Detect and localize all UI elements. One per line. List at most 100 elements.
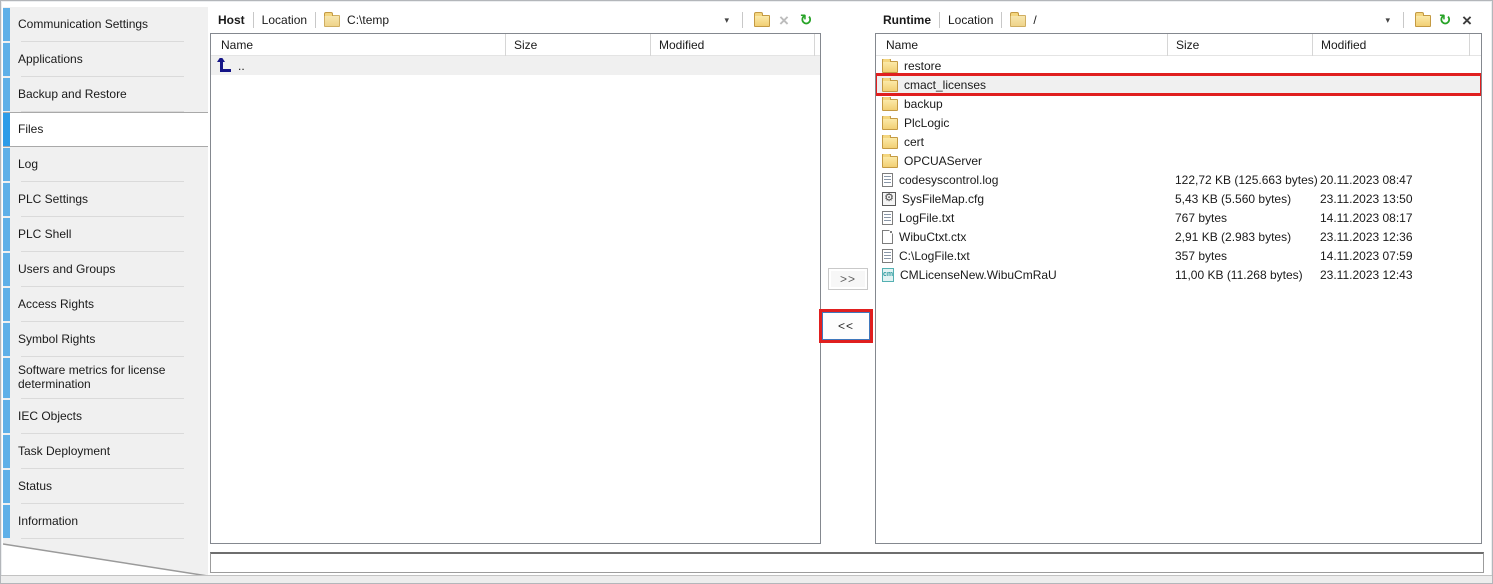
file-name: SysFileMap.cfg bbox=[902, 192, 984, 206]
runtime-pane-title: Runtime bbox=[883, 13, 931, 27]
column-header-spacer bbox=[814, 34, 821, 56]
file-row-opcuaserver[interactable]: OPCUAServer bbox=[876, 151, 1481, 170]
runtime-path-value[interactable]: / bbox=[1033, 13, 1036, 27]
up-arrow-icon bbox=[217, 58, 232, 73]
tab-accent-strip bbox=[3, 43, 10, 76]
sidebar-item-label: Communication Settings bbox=[18, 18, 148, 32]
tab-accent-strip bbox=[3, 183, 10, 216]
sidebar-item-task-deployment[interactable]: Task Deployment bbox=[3, 434, 208, 469]
chevron-down-icon[interactable]: ▾ bbox=[719, 15, 734, 26]
host-toolbar: Host Location C:\temp ▾ × ↻ bbox=[210, 7, 821, 33]
file-row-logfile-txt[interactable]: LogFile.txt767 bytes14.11.2023 08:17 bbox=[876, 208, 1481, 227]
file-modified: 23.11.2023 13:50 bbox=[1312, 192, 1469, 206]
folder-icon bbox=[882, 137, 898, 149]
sidebar-item-label: Users and Groups bbox=[18, 263, 115, 277]
host-path-value[interactable]: C:\temp bbox=[347, 13, 389, 27]
tab-accent-strip bbox=[3, 288, 10, 321]
host-refresh-button[interactable]: ↻ bbox=[795, 10, 817, 30]
sidebar-item-iec-objects[interactable]: IEC Objects bbox=[3, 399, 208, 434]
file-row-c-logfile-txt[interactable]: C:\LogFile.txt357 bytes14.11.2023 07:59 bbox=[876, 246, 1481, 265]
sidebar-item-software-metrics-for-license-determination[interactable]: Software metrics for license determinati… bbox=[3, 357, 208, 399]
sidebar-item-communication-settings[interactable]: Communication Settings bbox=[3, 7, 208, 42]
file-size: 767 bytes bbox=[1167, 211, 1312, 225]
file-name: codesyscontrol.log bbox=[899, 173, 998, 187]
file-row-wibuctxt-ctx[interactable]: WibuCtxt.ctx2,91 KB (2.983 bytes)23.11.2… bbox=[876, 227, 1481, 246]
sidebar-item-files[interactable]: Files bbox=[3, 112, 208, 147]
file-name-cell: cert bbox=[876, 135, 1167, 149]
sidebar-item-access-rights[interactable]: Access Rights bbox=[3, 287, 208, 322]
file-name: CMLicenseNew.WibuCmRaU bbox=[900, 268, 1057, 282]
host-list-header: NameSizeModified bbox=[211, 34, 820, 56]
folder-icon bbox=[882, 80, 898, 92]
status-bar bbox=[210, 552, 1484, 573]
runtime-delete-button[interactable]: × bbox=[1456, 10, 1478, 30]
sidebar-item-users-and-groups[interactable]: Users and Groups bbox=[3, 252, 208, 287]
file-name: restore bbox=[904, 59, 941, 73]
file-row-cmlicensenew-wibucmrau[interactable]: CMLicenseNew.WibuCmRaU 11,00 KB (11.268 b… bbox=[876, 265, 1481, 284]
column-header-name[interactable]: Name bbox=[876, 34, 1167, 56]
delete-icon: × bbox=[779, 12, 789, 29]
host-path-combobox[interactable]: C:\temp bbox=[324, 13, 719, 27]
runtime-refresh-button[interactable]: ↻ bbox=[1434, 10, 1456, 30]
sidebar-item-log[interactable]: Log bbox=[3, 147, 208, 182]
sidebar-item-label: Backup and Restore bbox=[18, 88, 127, 102]
file-name-cell: .. bbox=[211, 58, 505, 73]
file-row-plclogic[interactable]: PlcLogic bbox=[876, 113, 1481, 132]
file-name-cell: LogFile.txt bbox=[876, 211, 1167, 225]
file-row-codesyscontrol-log[interactable]: codesyscontrol.log122,72 KB (125.663 byt… bbox=[876, 170, 1481, 189]
sidebar-item-symbol-rights[interactable]: Symbol Rights bbox=[3, 322, 208, 357]
sidebar-item-status[interactable]: Status bbox=[3, 469, 208, 504]
file-name: WibuCtxt.ctx bbox=[899, 230, 966, 244]
sidebar-item-plc-settings[interactable]: PLC Settings bbox=[3, 182, 208, 217]
file-size: 5,43 KB (5.560 bytes) bbox=[1167, 192, 1312, 206]
file-size: 11,00 KB (11.268 bytes) bbox=[1167, 268, 1312, 282]
host-delete-button[interactable]: × bbox=[773, 10, 795, 30]
file-name-cell: OPCUAServer bbox=[876, 154, 1167, 168]
chevron-down-icon[interactable]: ▾ bbox=[1380, 15, 1395, 26]
column-header-size[interactable]: Size bbox=[505, 34, 650, 56]
runtime-new-folder-button[interactable] bbox=[1412, 10, 1434, 30]
copy-to-runtime-button[interactable]: >> bbox=[828, 268, 868, 290]
folder-icon bbox=[1010, 15, 1026, 27]
file-modified: 14.11.2023 08:17 bbox=[1312, 211, 1469, 225]
host-location-label: Location bbox=[262, 13, 307, 27]
sidebar-item-label: Status bbox=[18, 480, 52, 494]
runtime-list-header: NameSizeModified bbox=[876, 34, 1481, 56]
file-row-cmact-licenses[interactable]: cmact_licenses bbox=[876, 75, 1481, 94]
column-header-modified[interactable]: Modified bbox=[1312, 34, 1469, 56]
runtime-path-combobox[interactable]: / bbox=[1010, 13, 1380, 27]
text-file-icon bbox=[882, 211, 893, 225]
folder-icon bbox=[324, 15, 340, 27]
sidebar-item-applications[interactable]: Applications bbox=[3, 42, 208, 77]
sidebar-item-plc-shell[interactable]: PLC Shell bbox=[3, 217, 208, 252]
highlight-box-copy-to-host: << bbox=[819, 309, 873, 343]
file-name-cell: SysFileMap.cfg bbox=[876, 192, 1167, 206]
column-header-name[interactable]: Name bbox=[211, 34, 505, 56]
sidebar-item-information[interactable]: Information bbox=[3, 504, 208, 539]
host-file-list: NameSizeModified .. bbox=[210, 33, 821, 544]
file-row-backup[interactable]: backup bbox=[876, 94, 1481, 113]
host-pane: Host Location C:\temp ▾ × ↻ NameSizeModi… bbox=[210, 7, 821, 544]
sidebar-item-label: Access Rights bbox=[18, 298, 94, 312]
file-size: 357 bytes bbox=[1167, 249, 1312, 263]
host-pane-title: Host bbox=[218, 13, 245, 27]
file-row-cert[interactable]: cert bbox=[876, 132, 1481, 151]
column-header-spacer bbox=[1469, 34, 1481, 56]
sidebar-item-label: Software metrics for license determinati… bbox=[18, 364, 180, 392]
file-name-cell: codesyscontrol.log bbox=[876, 173, 1167, 187]
tab-accent-strip bbox=[3, 218, 10, 251]
column-header-size[interactable]: Size bbox=[1167, 34, 1312, 56]
file-row-[interactable]: .. bbox=[211, 56, 820, 75]
blank-file-icon bbox=[882, 230, 893, 244]
column-header-modified[interactable]: Modified bbox=[650, 34, 814, 56]
file-row-restore[interactable]: restore bbox=[876, 56, 1481, 75]
file-name-cell: cmact_licenses bbox=[876, 78, 1167, 92]
separator bbox=[253, 12, 254, 28]
sidebar-item-label: Information bbox=[18, 515, 78, 529]
sidebar: Communication Settings Applications Backup… bbox=[3, 7, 208, 539]
copy-to-host-button[interactable]: << bbox=[822, 312, 870, 340]
file-name: cert bbox=[904, 135, 924, 149]
host-new-folder-button[interactable] bbox=[751, 10, 773, 30]
file-row-sysfilemap-cfg[interactable]: SysFileMap.cfg 5,43 KB (5.560 bytes)23.11… bbox=[876, 189, 1481, 208]
sidebar-item-backup-and-restore[interactable]: Backup and Restore bbox=[3, 77, 208, 112]
